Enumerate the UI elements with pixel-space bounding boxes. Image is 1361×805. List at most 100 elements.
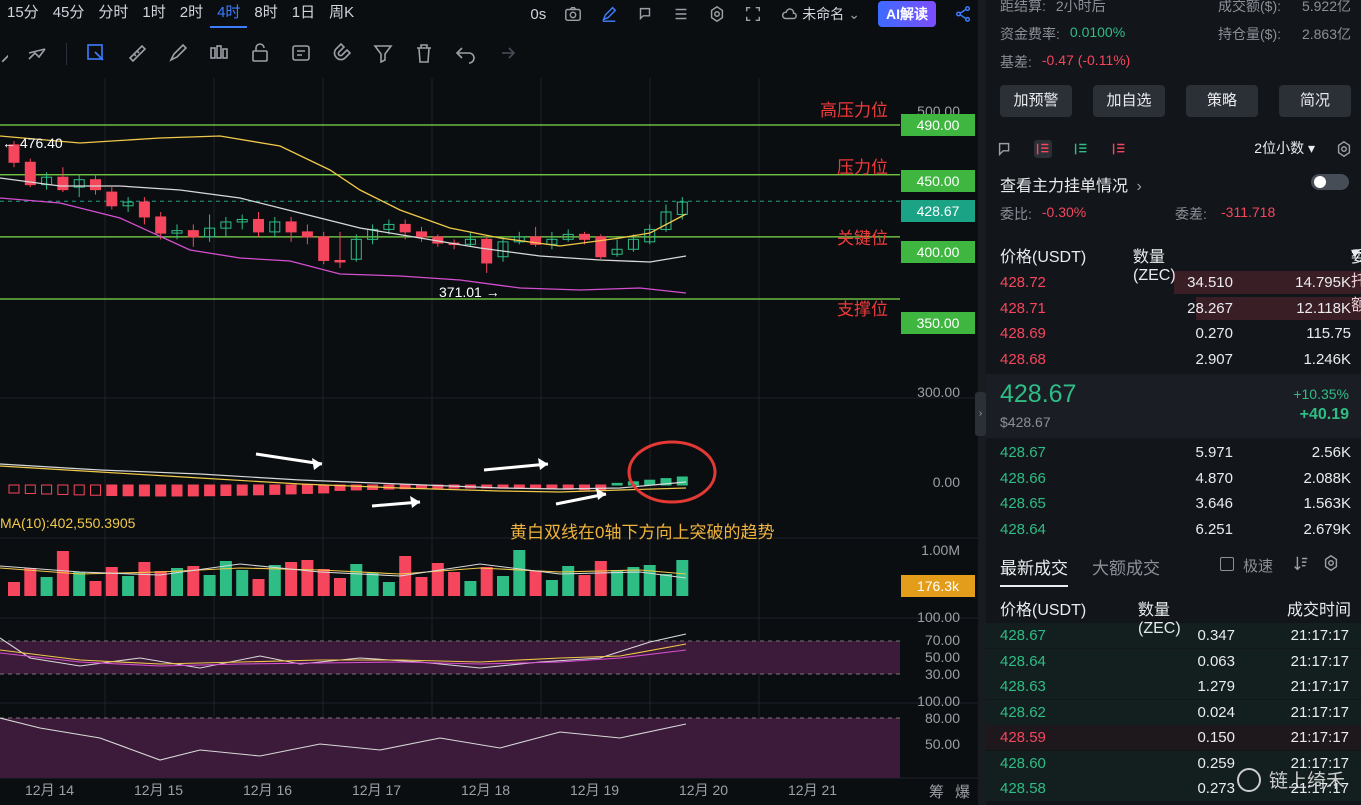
filter-icon[interactable] — [371, 42, 395, 66]
strategy-button[interactable]: 策略 — [1186, 85, 1258, 117]
volume-bar — [660, 574, 672, 596]
fast-mode-checkbox[interactable] — [1220, 557, 1234, 571]
volume-bar — [89, 581, 102, 596]
kline-chart[interactable]: 高压力位 压力位 关键位 支撑位 500.00 490.00 450.00 42… — [0, 78, 978, 805]
trade-price: 428.62 — [1000, 703, 1046, 721]
bid-row[interactable]: 428.67 5.971 2.56K — [986, 440, 1361, 465]
bid-amount: 2.679K — [1303, 520, 1351, 538]
cursor-tool-icon[interactable] — [84, 42, 108, 66]
timeframe-tab[interactable]: 45分 — [46, 0, 92, 28]
open-interest-label: 持仓量($): — [1218, 26, 1281, 42]
main-orders-link[interactable]: 查看主力挂单情况 › — [1000, 172, 1351, 196]
magnet-icon[interactable] — [330, 42, 354, 66]
ask-row[interactable]: 428.68 2.907 1.246K — [986, 347, 1361, 372]
last-price-block: 428.67 $428.67 +10.35% +40.19 — [986, 374, 1361, 438]
timeframe-tab[interactable]: 分时 — [91, 0, 135, 28]
timeframe-tab[interactable]: 4时 — [210, 0, 248, 28]
kdj-axis-100: 100.00 — [917, 693, 960, 709]
macd-bar — [220, 484, 232, 496]
candle-body — [399, 223, 411, 233]
x-label-dec20: 12月 20 — [679, 782, 729, 798]
tab-latest-trades[interactable]: 最新成交 — [1000, 554, 1068, 587]
volume-bar — [8, 582, 20, 596]
overview-button[interactable]: 简况 — [1279, 85, 1351, 117]
ob-header-price: 价格(USDT) — [1000, 249, 1087, 266]
trade-time: 21:17:17 — [1290, 627, 1349, 644]
volume-bar — [301, 560, 314, 596]
candle-body — [334, 259, 346, 263]
ruler-icon[interactable] — [125, 42, 149, 66]
ratio-label: 委比: — [1000, 206, 1032, 222]
lock-icon[interactable] — [248, 42, 272, 66]
orderbook-mode-icon[interactable] — [996, 140, 1014, 158]
tab-large-trades[interactable]: 大额成交 — [1092, 554, 1160, 579]
trades-settings-icon[interactable] — [1322, 554, 1340, 572]
volume-bar — [40, 577, 53, 596]
sort-icon[interactable] — [1292, 554, 1310, 572]
line-tool-icon[interactable] — [0, 42, 8, 66]
chart-canvas[interactable] — [0, 78, 978, 805]
timeframe-tab[interactable]: 2时 — [173, 0, 210, 28]
volume-bar — [578, 575, 591, 596]
orderbook-both-icon[interactable] — [1034, 140, 1052, 158]
share-icon[interactable] — [954, 5, 972, 23]
macd-bar — [8, 484, 20, 494]
macd-bar — [611, 482, 623, 486]
layout-selector[interactable]: 未命名 ⌄ — [780, 4, 860, 24]
diff-label: 委差: — [1175, 206, 1207, 222]
ask-qty: 28.267 — [1187, 299, 1233, 317]
timeframe-tab[interactable]: 周K — [322, 0, 361, 28]
multi-line-tool-icon[interactable] — [25, 42, 49, 66]
timeframe-tab[interactable]: 15分 — [0, 0, 46, 28]
settings-list-icon[interactable] — [672, 5, 690, 23]
volume-bar — [545, 580, 558, 596]
pen-icon[interactable] — [600, 5, 618, 23]
timeframe-tab[interactable]: 1日 — [285, 0, 322, 28]
ask-row[interactable]: 428.72 34.510 14.795K — [986, 270, 1361, 295]
trash-icon[interactable] — [412, 42, 436, 66]
add-alert-button[interactable]: 加预警 — [1000, 85, 1072, 117]
macd-bar — [269, 484, 281, 495]
axis-label-300: 300.00 — [917, 384, 960, 400]
main-orders-toggle[interactable] — [1311, 174, 1349, 190]
candle-body — [253, 218, 264, 233]
collapse-panel-button[interactable]: › — [975, 392, 986, 436]
undo-draw-icon[interactable] — [636, 5, 654, 23]
undo-icon[interactable] — [453, 42, 477, 66]
bid-row[interactable]: 428.65 3.646 1.563K — [986, 491, 1361, 516]
note-tool-icon[interactable] — [289, 42, 313, 66]
timeframe-tab[interactable]: 1时 — [135, 0, 172, 28]
trades-header: 价格(USDT) 数量(ZEC) ▾ 成交时间 — [1000, 596, 1351, 637]
brush-icon[interactable] — [166, 42, 190, 66]
ask-row[interactable]: 428.71 28.267 12.118K — [986, 296, 1361, 321]
rsi-axis-50: 50.00 — [924, 649, 960, 665]
bid-row[interactable]: 428.66 4.870 2.088K — [986, 466, 1361, 491]
decimals-selector[interactable]: 2位小数 ▾ — [1254, 138, 1315, 158]
add-watchlist-button[interactable]: 加自选 — [1093, 85, 1165, 117]
macd-bar — [236, 484, 248, 496]
orderbook-asks-icon[interactable] — [1110, 140, 1128, 158]
orderbook-bids-icon[interactable] — [1072, 140, 1090, 158]
change-absolute: +40.19 — [1299, 406, 1349, 423]
orderbook-tools: 2位小数 ▾ — [996, 138, 1353, 160]
liquidation-toggle[interactable]: 爆 — [955, 781, 970, 802]
arrow-head — [312, 458, 322, 470]
ask-row[interactable]: 428.69 0.270 115.75 — [986, 321, 1361, 346]
chips-toggle[interactable]: 筹 — [929, 781, 944, 802]
ai-analysis-button[interactable]: AI解读 — [878, 1, 936, 27]
volume-bar — [268, 565, 281, 596]
camera-icon[interactable] — [564, 5, 582, 23]
bid-row[interactable]: 428.64 6.251 2.679K — [986, 517, 1361, 542]
orderbook-settings-icon[interactable] — [1335, 140, 1353, 158]
redo-icon[interactable] — [494, 42, 518, 66]
trade-price: 428.59 — [1000, 729, 1046, 746]
fullscreen-icon[interactable] — [744, 5, 762, 23]
volume-bar — [562, 566, 575, 596]
gear-icon[interactable] — [708, 5, 726, 23]
timeframe-tab[interactable]: 8时 — [247, 0, 284, 28]
funding-value: 0.0100% — [1069, 24, 1126, 40]
fast-mode-label: 极速 — [1243, 558, 1274, 575]
trade-row: 428.62 0.024 21:17:17 — [986, 699, 1361, 725]
candles-tool-icon[interactable] — [207, 42, 231, 66]
volume-bar — [105, 567, 118, 596]
